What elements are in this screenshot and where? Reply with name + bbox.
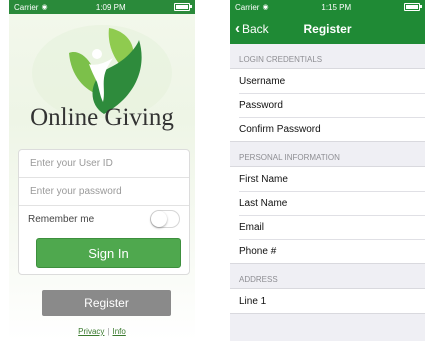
battery-icon (173, 3, 192, 11)
privacy-link[interactable]: Privacy (78, 327, 104, 336)
navigation-bar: ‹ Back Register (230, 14, 425, 44)
status-bar: Carrier ◉ 1:09 PM (9, 0, 195, 14)
sign-in-button[interactable]: Sign In (36, 238, 181, 268)
wifi-icon: ◉ (41, 4, 48, 11)
back-button[interactable]: ‹ Back (230, 20, 269, 37)
carrier-label: Carrier (235, 2, 260, 12)
signin-screen: Carrier ◉ 1:09 PM Online Giving Remember… (9, 0, 195, 341)
status-time: 1:15 PM (321, 2, 352, 12)
back-label: Back (242, 22, 269, 36)
login-credentials-group: Username Password Confirm Password (230, 68, 425, 142)
email-row[interactable]: Email (230, 215, 425, 239)
address-line-1-row[interactable]: Line 1 (230, 289, 425, 313)
battery-icon (403, 3, 422, 11)
first-name-row[interactable]: First Name (230, 167, 425, 191)
giving-person-leaf-logo (32, 25, 172, 118)
section-header-login-credentials: LOGIN CREDENTIALS (239, 55, 323, 64)
password-input[interactable] (28, 185, 180, 198)
password-field (19, 178, 189, 206)
status-bar: Carrier ◉ 1:15 PM (230, 0, 425, 14)
password-row[interactable]: Password (230, 93, 425, 117)
section-header-personal-information: PERSONAL INFORMATION (239, 153, 340, 162)
section-header-address: ADDRESS (239, 275, 278, 284)
brand-title: Online Giving (30, 104, 174, 131)
wifi-icon: ◉ (262, 4, 269, 11)
info-link[interactable]: Info (112, 327, 125, 336)
address-group: Line 1 (230, 288, 425, 314)
remember-me-label: Remember me (28, 213, 95, 225)
confirm-password-row[interactable]: Confirm Password (230, 117, 425, 141)
link-separator: | (107, 327, 110, 336)
username-row[interactable]: Username (230, 69, 425, 93)
toggle-knob (151, 211, 167, 227)
remember-me-row: Remember me (19, 206, 189, 232)
last-name-row[interactable]: Last Name (230, 191, 425, 215)
chevron-left-icon: ‹ (235, 20, 240, 37)
remember-me-toggle[interactable] (150, 210, 180, 228)
carrier-label: Carrier (14, 2, 39, 12)
register-button[interactable]: Register (42, 290, 171, 316)
user-id-input[interactable] (28, 157, 180, 170)
user-id-field (19, 150, 189, 178)
phone-row[interactable]: Phone # (230, 239, 425, 263)
footer-links: Privacy | Info (9, 327, 195, 336)
status-time: 1:09 PM (95, 2, 126, 12)
personal-information-group: First Name Last Name Email Phone # (230, 166, 425, 264)
register-screen: Carrier ◉ 1:15 PM ‹ Back Register LOGIN … (230, 0, 425, 341)
